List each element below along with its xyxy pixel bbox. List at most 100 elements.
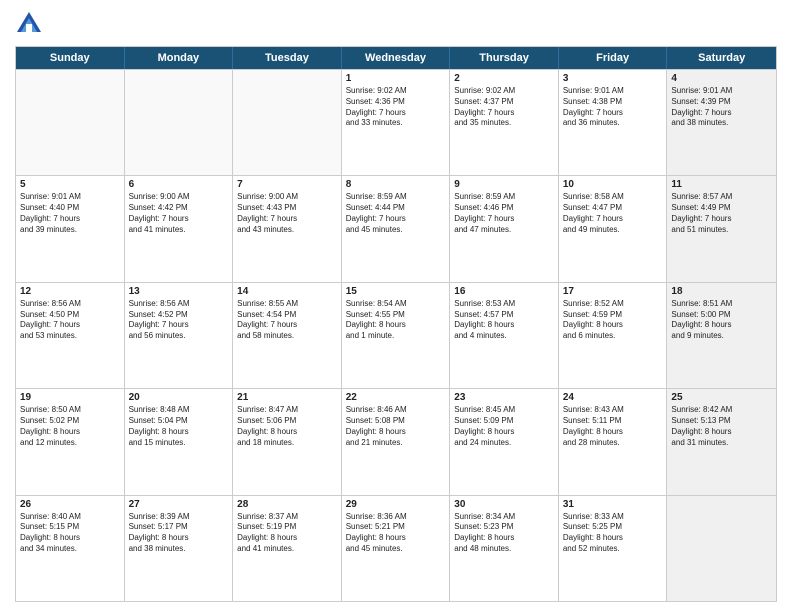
day-number: 29 [346,499,446,510]
cal-cell-r2c4: 16 Sunrise: 8:53 AM Sunset: 4:57 PM Dayli… [450,283,559,388]
day-number: 4 [671,73,772,84]
day-number: 23 [454,392,554,403]
cell-info: Sunrise: 8:59 AM Sunset: 4:44 PM Dayligh… [346,192,446,235]
day-number: 24 [563,392,663,403]
cell-info: Sunrise: 8:47 AM Sunset: 5:06 PM Dayligh… [237,405,337,448]
cell-info: Sunrise: 9:01 AM Sunset: 4:38 PM Dayligh… [563,86,663,129]
cal-cell-r1c1: 6 Sunrise: 9:00 AM Sunset: 4:42 PM Daylig… [125,176,234,281]
cell-info: Sunrise: 8:43 AM Sunset: 5:11 PM Dayligh… [563,405,663,448]
day-number: 20 [129,392,229,403]
calendar-row-0: 1 Sunrise: 9:02 AM Sunset: 4:36 PM Daylig… [16,69,776,175]
cal-cell-r1c3: 8 Sunrise: 8:59 AM Sunset: 4:44 PM Daylig… [342,176,451,281]
day-number: 16 [454,286,554,297]
cell-info: Sunrise: 8:51 AM Sunset: 5:00 PM Dayligh… [671,299,772,342]
cell-info: Sunrise: 8:56 AM Sunset: 4:50 PM Dayligh… [20,299,120,342]
day-number: 11 [671,179,772,190]
day-number: 9 [454,179,554,190]
calendar-row-4: 26 Sunrise: 8:40 AM Sunset: 5:15 PM Dayli… [16,495,776,601]
header-day-thursday: Thursday [450,47,559,69]
cell-info: Sunrise: 8:58 AM Sunset: 4:47 PM Dayligh… [563,192,663,235]
cal-cell-r2c5: 17Sunrise: 8:52 AM Sunset: 4:59 PM Dayli… [559,283,668,388]
day-number: 2 [454,73,554,84]
cal-cell-r0c3: 1 Sunrise: 9:02 AM Sunset: 4:36 PM Daylig… [342,70,451,175]
cal-cell-r3c4: 23 Sunrise: 8:45 AM Sunset: 5:09 PM Dayli… [450,389,559,494]
cal-cell-r1c5: 10 Sunrise: 8:58 AM Sunset: 4:47 PM Dayli… [559,176,668,281]
cell-info: Sunrise: 9:02 AM Sunset: 4:36 PM Dayligh… [346,86,446,129]
calendar: SundayMondayTuesdayWednesdayThursdayFrid… [15,46,777,602]
day-number: 5 [20,179,120,190]
cal-cell-r1c4: 9 Sunrise: 8:59 AM Sunset: 4:46 PM Daylig… [450,176,559,281]
cal-cell-r3c1: 20Sunrise: 8:48 AM Sunset: 5:04 PM Dayli… [125,389,234,494]
cal-cell-r4c6 [667,496,776,601]
header-day-friday: Friday [559,47,668,69]
cell-info: Sunrise: 8:36 AM Sunset: 5:21 PM Dayligh… [346,512,446,555]
day-number: 26 [20,499,120,510]
cal-cell-r2c3: 15 Sunrise: 8:54 AM Sunset: 4:55 PM Dayli… [342,283,451,388]
cell-info: Sunrise: 9:01 AM Sunset: 4:39 PM Dayligh… [671,86,772,129]
cal-cell-r0c1 [125,70,234,175]
cell-info: Sunrise: 8:34 AM Sunset: 5:23 PM Dayligh… [454,512,554,555]
cal-cell-r0c5: 3 Sunrise: 9:01 AM Sunset: 4:38 PM Daylig… [559,70,668,175]
page: SundayMondayTuesdayWednesdayThursdayFrid… [0,0,792,612]
cal-cell-r0c0 [16,70,125,175]
cell-info: Sunrise: 8:46 AM Sunset: 5:08 PM Dayligh… [346,405,446,448]
cell-info: Sunrise: 8:37 AM Sunset: 5:19 PM Dayligh… [237,512,337,555]
cell-info: Sunrise: 9:02 AM Sunset: 4:37 PM Dayligh… [454,86,554,129]
cal-cell-r1c0: 5 Sunrise: 9:01 AM Sunset: 4:40 PM Daylig… [16,176,125,281]
day-number: 18 [671,286,772,297]
day-number: 8 [346,179,446,190]
day-number: 3 [563,73,663,84]
cal-cell-r3c3: 22 Sunrise: 8:46 AM Sunset: 5:08 PM Dayli… [342,389,451,494]
header-day-sunday: Sunday [16,47,125,69]
cal-cell-r0c4: 2 Sunrise: 9:02 AM Sunset: 4:37 PM Daylig… [450,70,559,175]
cell-info: Sunrise: 8:56 AM Sunset: 4:52 PM Dayligh… [129,299,229,342]
cell-info: Sunrise: 8:52 AM Sunset: 4:59 PM Dayligh… [563,299,663,342]
cell-info: Sunrise: 8:45 AM Sunset: 5:09 PM Dayligh… [454,405,554,448]
cell-info: Sunrise: 9:01 AM Sunset: 4:40 PM Dayligh… [20,192,120,235]
day-number: 21 [237,392,337,403]
calendar-row-2: 12 Sunrise: 8:56 AM Sunset: 4:50 PM Dayli… [16,282,776,388]
cell-info: Sunrise: 8:40 AM Sunset: 5:15 PM Dayligh… [20,512,120,555]
cal-cell-r3c6: 25Sunrise: 8:42 AM Sunset: 5:13 PM Dayli… [667,389,776,494]
cal-cell-r3c2: 21 Sunrise: 8:47 AM Sunset: 5:06 PM Dayli… [233,389,342,494]
day-number: 25 [671,392,772,403]
header-day-wednesday: Wednesday [342,47,451,69]
cal-cell-r2c6: 18 Sunrise: 8:51 AM Sunset: 5:00 PM Dayli… [667,283,776,388]
calendar-header: SundayMondayTuesdayWednesdayThursdayFrid… [16,47,776,69]
cal-cell-r4c2: 28Sunrise: 8:37 AM Sunset: 5:19 PM Dayli… [233,496,342,601]
day-number: 22 [346,392,446,403]
calendar-row-1: 5 Sunrise: 9:01 AM Sunset: 4:40 PM Daylig… [16,175,776,281]
logo-icon [15,10,43,38]
cal-cell-r3c5: 24 Sunrise: 8:43 AM Sunset: 5:11 PM Dayli… [559,389,668,494]
cal-cell-r3c0: 19Sunrise: 8:50 AM Sunset: 5:02 PM Dayli… [16,389,125,494]
cell-info: Sunrise: 8:54 AM Sunset: 4:55 PM Dayligh… [346,299,446,342]
cal-cell-r4c4: 30 Sunrise: 8:34 AM Sunset: 5:23 PM Dayli… [450,496,559,601]
cell-info: Sunrise: 8:59 AM Sunset: 4:46 PM Dayligh… [454,192,554,235]
day-number: 7 [237,179,337,190]
calendar-body: 1 Sunrise: 9:02 AM Sunset: 4:36 PM Daylig… [16,69,776,601]
header-day-monday: Monday [125,47,234,69]
day-number: 12 [20,286,120,297]
cal-cell-r1c6: 11 Sunrise: 8:57 AM Sunset: 4:49 PM Dayli… [667,176,776,281]
day-number: 15 [346,286,446,297]
cal-cell-r1c2: 7 Sunrise: 9:00 AM Sunset: 4:43 PM Daylig… [233,176,342,281]
cal-cell-r0c6: 4 Sunrise: 9:01 AM Sunset: 4:39 PM Daylig… [667,70,776,175]
cell-info: Sunrise: 9:00 AM Sunset: 4:43 PM Dayligh… [237,192,337,235]
logo [15,10,47,38]
day-number: 10 [563,179,663,190]
cell-info: Sunrise: 8:57 AM Sunset: 4:49 PM Dayligh… [671,192,772,235]
header-day-tuesday: Tuesday [233,47,342,69]
cell-info: Sunrise: 8:55 AM Sunset: 4:54 PM Dayligh… [237,299,337,342]
header [15,10,777,38]
day-number: 30 [454,499,554,510]
cal-cell-r4c3: 29 Sunrise: 8:36 AM Sunset: 5:21 PM Dayli… [342,496,451,601]
day-number: 1 [346,73,446,84]
day-number: 6 [129,179,229,190]
cal-cell-r2c2: 14Sunrise: 8:55 AM Sunset: 4:54 PM Dayli… [233,283,342,388]
cell-info: Sunrise: 8:50 AM Sunset: 5:02 PM Dayligh… [20,405,120,448]
cal-cell-r4c1: 27Sunrise: 8:39 AM Sunset: 5:17 PM Dayli… [125,496,234,601]
cal-cell-r2c0: 12 Sunrise: 8:56 AM Sunset: 4:50 PM Dayli… [16,283,125,388]
cell-info: Sunrise: 9:00 AM Sunset: 4:42 PM Dayligh… [129,192,229,235]
calendar-row-3: 19Sunrise: 8:50 AM Sunset: 5:02 PM Dayli… [16,388,776,494]
cell-info: Sunrise: 8:53 AM Sunset: 4:57 PM Dayligh… [454,299,554,342]
